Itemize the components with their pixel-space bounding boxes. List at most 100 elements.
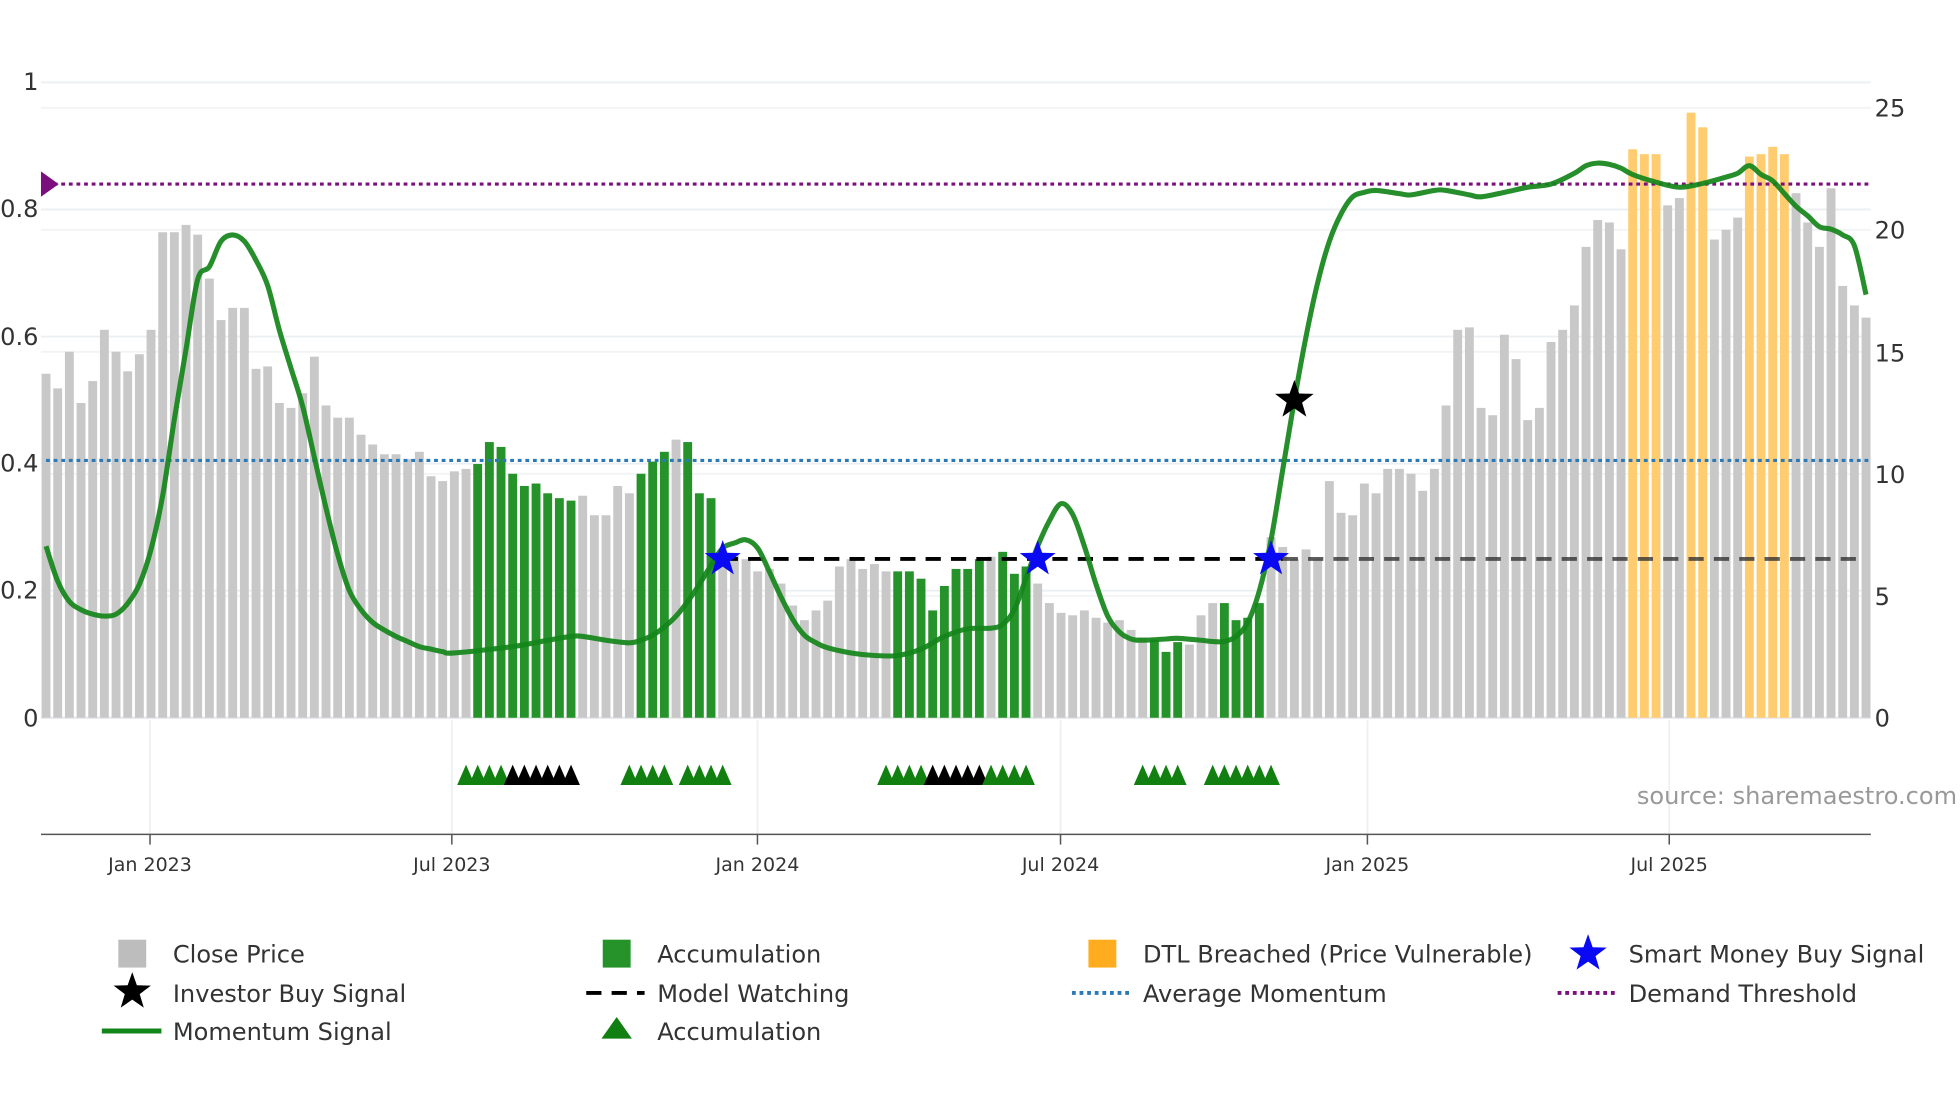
legend-close-price: Close Price <box>173 941 305 969</box>
close-price-bar <box>76 403 86 718</box>
close-price-bar <box>823 600 833 718</box>
accumulation-bar <box>683 442 693 718</box>
close-price-bar <box>286 407 296 718</box>
accumulation-bar <box>1161 651 1171 718</box>
close-price-bar <box>1604 222 1614 718</box>
dtl-breached-bar <box>1639 154 1649 718</box>
close-price-bar <box>1803 222 1813 718</box>
close-price-bar <box>1091 617 1101 718</box>
right-axis: 0 5 10 15 20 25 <box>1875 95 1906 733</box>
close-price-bar <box>1313 559 1323 718</box>
close-price-bar <box>1721 229 1731 718</box>
accumulation-bar <box>1173 642 1183 718</box>
signal-stars <box>704 379 1314 575</box>
close-price-bar <box>1849 305 1859 718</box>
close-price-bar <box>134 354 144 718</box>
accumulation-bar <box>496 446 506 718</box>
accumulation-bar <box>1254 603 1264 718</box>
legend-accumulation-bar: Accumulation <box>657 941 821 969</box>
accumulation-bar <box>484 442 494 718</box>
accumulation-triangle <box>1262 764 1280 785</box>
left-tick: 0.6 <box>0 323 38 351</box>
accumulation-bar <box>974 559 984 718</box>
close-price-bar <box>613 485 623 718</box>
close-price-bar <box>1301 549 1311 718</box>
left-tick: 0.2 <box>0 577 38 605</box>
right-tick: 20 <box>1875 216 1906 244</box>
close-price-bar <box>274 403 284 718</box>
accumulation-bar <box>1243 617 1253 718</box>
close-price-bar <box>88 381 98 718</box>
legend-investor-buy: Investor Buy Signal <box>173 980 406 1008</box>
close-price-bar <box>1534 407 1544 718</box>
close-price-bar <box>1546 342 1556 718</box>
accumulation-bar <box>508 473 518 718</box>
close-price-bar <box>589 515 599 718</box>
close-price-bar <box>1184 644 1194 718</box>
left-tick: 0.8 <box>0 195 38 223</box>
close-price-bar <box>216 320 226 718</box>
close-price-bar <box>41 373 51 718</box>
accumulation-triangle <box>655 764 674 785</box>
close-price-bar <box>181 224 191 718</box>
right-tick: 15 <box>1875 339 1906 367</box>
accumulation-bar <box>928 610 938 718</box>
close-price-bar <box>111 351 121 718</box>
close-price-bar <box>1569 305 1579 718</box>
close-price-bar <box>601 515 611 718</box>
close-price-bar <box>1056 612 1066 718</box>
close-price-bar <box>461 468 471 718</box>
close-price-bar <box>858 568 868 718</box>
accumulation-bar <box>904 571 914 718</box>
legend-close-swatch <box>118 939 147 968</box>
star-icon <box>113 972 151 1008</box>
accumulation-bar <box>648 461 658 718</box>
close-price-bar <box>1674 198 1684 718</box>
close-price-bar <box>1511 359 1521 718</box>
accumulation-bar <box>694 493 704 718</box>
close-price-bar <box>1476 407 1486 718</box>
x-tick: Jul 2025 <box>1630 854 1708 876</box>
close-price-bar <box>811 610 821 718</box>
left-tick: 1 <box>23 68 38 96</box>
accumulation-triangle <box>562 764 580 785</box>
legend: Close Price Accumulation DTL Breached (P… <box>101 934 1924 1046</box>
legend-dtl-breached: DTL Breached (Price Vulnerable) <box>1143 941 1533 969</box>
close-price-bar <box>64 351 74 718</box>
accumulation-bar <box>531 483 541 718</box>
close-price-bar <box>368 444 378 718</box>
close-price-bar <box>1383 468 1393 718</box>
close-price-bar <box>834 566 844 718</box>
close-price-bar <box>1359 483 1369 718</box>
dtl-breached-bar <box>1779 154 1789 718</box>
close-price-bar <box>403 459 413 718</box>
accumulation-bar <box>1219 603 1229 718</box>
close-price-bar <box>1733 217 1743 718</box>
dtl-breached-bar <box>1698 127 1708 718</box>
close-price-bar <box>309 356 319 718</box>
accumulation-markers <box>457 764 1280 785</box>
close-price-bar <box>1126 629 1136 718</box>
legend-accumulation-marker: Accumulation <box>657 1018 821 1046</box>
x-tick: Jul 2024 <box>1021 854 1099 876</box>
close-price-bar <box>1453 329 1463 718</box>
dtl-breached-bar <box>1744 156 1754 718</box>
close-price-bar <box>1861 317 1871 718</box>
close-price-bar <box>1441 405 1451 718</box>
accumulation-bar <box>636 473 646 718</box>
close-price-bar <box>881 571 891 718</box>
close-price-bar <box>1418 490 1428 718</box>
close-price-bar <box>1791 193 1801 718</box>
close-price-bar <box>1464 327 1474 718</box>
close-price-bar <box>1523 420 1533 718</box>
close-price-bar <box>391 454 401 718</box>
dtl-breached-bar <box>1651 154 1661 718</box>
close-price-bar <box>1394 468 1404 718</box>
close-price-bar <box>1044 603 1054 718</box>
close-price-bar <box>1278 546 1288 718</box>
close-price-bar <box>263 366 273 718</box>
close-price-bar <box>741 559 751 718</box>
close-price-bar <box>1336 512 1346 718</box>
close-price-bar <box>123 371 133 718</box>
demand-threshold-marker <box>40 171 59 197</box>
